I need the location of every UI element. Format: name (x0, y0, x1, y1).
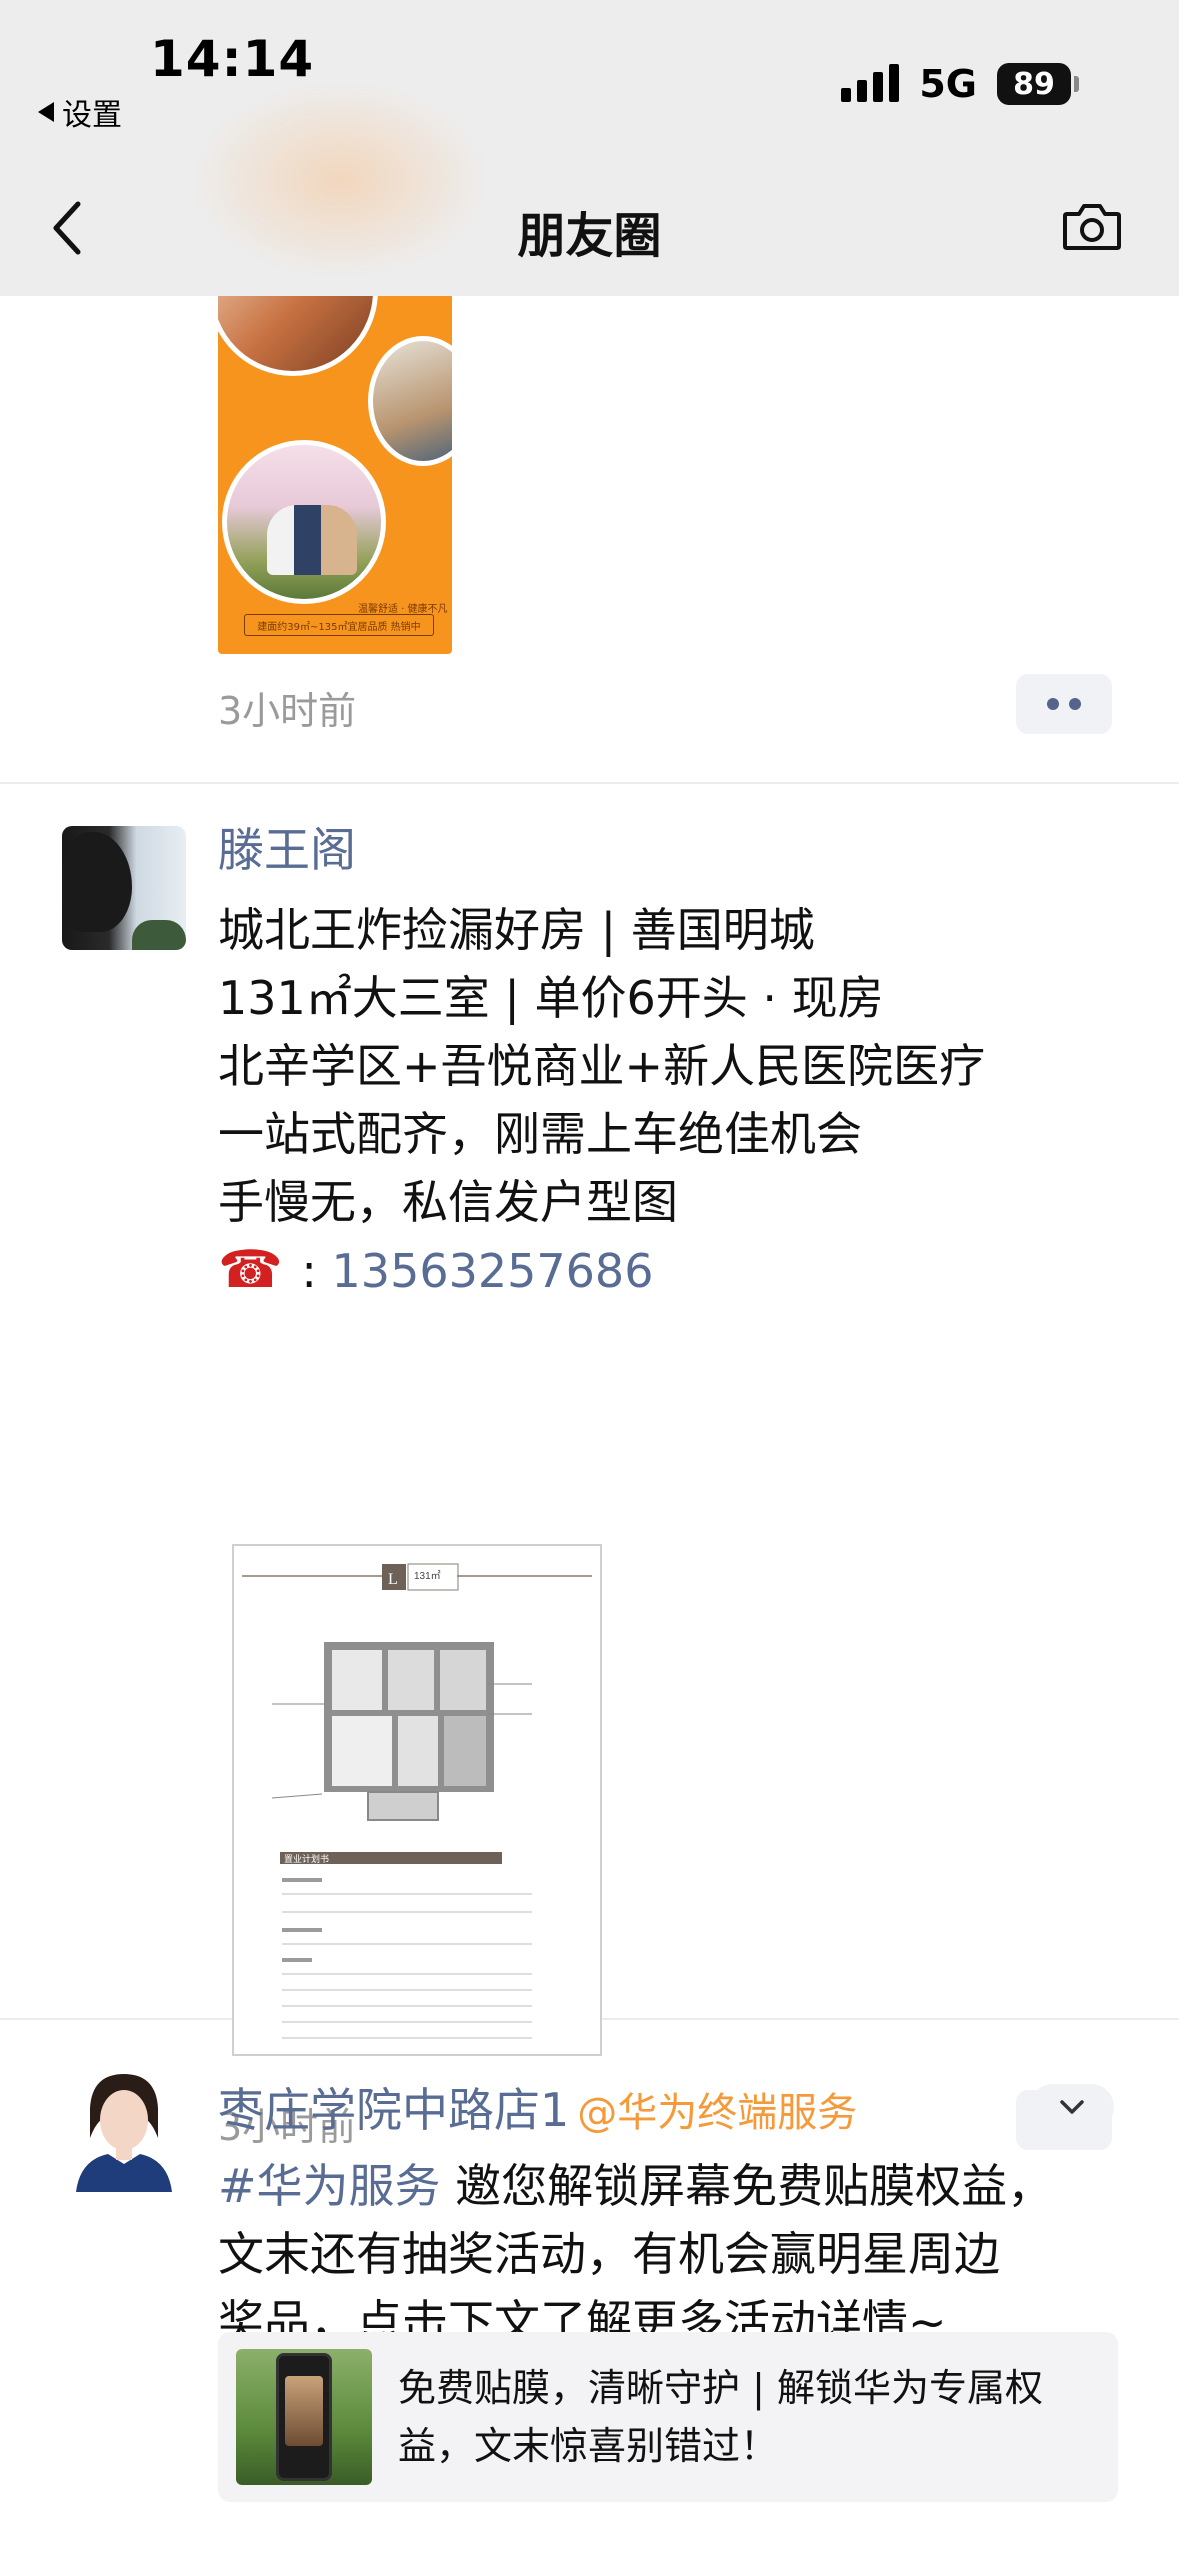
post-text-segment: 邀您解锁屏幕免费贴膜权益， (440, 2159, 1054, 2213)
battery-level: 89 (997, 63, 1071, 105)
image-note: 温馨舒适 · 健康不凡 (358, 604, 448, 615)
link-title-line: 益，文末惊喜别错过！ (398, 2424, 779, 2468)
post-time: 3小时前 (218, 689, 357, 733)
link-title: 免费贴膜，清晰守护 | 解锁华为专属权 益，文末惊喜别错过！ (398, 2359, 1098, 2475)
camera-icon[interactable] (1061, 200, 1123, 252)
floorplan-area: 131㎡ (414, 1570, 441, 1582)
shared-link-card[interactable]: 免费贴膜，清晰守护 | 解锁华为专属权 益，文末惊喜别错过！ (218, 2332, 1118, 2502)
post-text-line: 一站式配齐，刚需上车绝佳机会 (218, 1107, 862, 1161)
avatar[interactable] (62, 2068, 186, 2192)
post-text: 城北王炸捡漏好房 | 善国明城 131㎡大三室 | 单价6开头 · 现房 北辛学… (218, 896, 1118, 1305)
post-text-line: 手慢无，私信发户型图 (218, 1175, 678, 1229)
post-text-line: 北辛学区+吾悦商业+新人民医院医疗 (218, 1039, 986, 1093)
floorplan-badge: L (388, 1571, 398, 1588)
status-back-to-app[interactable]: 设置 (38, 90, 122, 134)
image-man-photo (368, 336, 452, 466)
expand-chevron-button[interactable] (1030, 2084, 1114, 2130)
post-text-line: 文末还有抽奖活动，有机会赢明星周边 (218, 2227, 1000, 2281)
image-strip: 建面约39㎡~135㎡宜居品质 热销中 (244, 614, 434, 636)
image-family-photo (222, 440, 386, 604)
battery-icon: 89 (997, 63, 1079, 105)
post-image-floorplan[interactable]: L 131㎡ 置业计划书 (232, 1544, 602, 2056)
status-time: 14:14 (150, 30, 315, 88)
post-image[interactable]: 温馨舒适 · 健康不凡 建面约39㎡~135㎡宜居品质 热销中 (218, 296, 452, 654)
post-source-link[interactable]: @华为终端服务 (577, 2080, 857, 2138)
cellular-signal-icon (841, 64, 900, 102)
page-title: 朋友圈 (517, 208, 662, 264)
post-phone-line: ☎ : 13563257686 (218, 1236, 1118, 1305)
moments-feed: 温馨舒适 · 健康不凡 建面约39㎡~135㎡宜居品质 热销中 3小时前 滕王阁… (0, 296, 1179, 2556)
floorplan-section-title: 置业计划书 (284, 1853, 329, 1865)
status-indicators: 5G 89 (841, 62, 1079, 106)
moment-post: 温馨舒适 · 健康不凡 建面约39㎡~135㎡宜居品质 热销中 3小时前 (0, 296, 1179, 784)
post-text: #华为服务 邀您解锁屏幕免费贴膜权益， 文末还有抽奖活动，有机会赢明星周边 奖品… (218, 2152, 1118, 2356)
chevron-down-icon (1060, 2100, 1084, 2114)
avatar[interactable] (62, 826, 186, 950)
post-text-line: #华为服务 邀您解锁屏幕免费贴膜权益， (218, 2152, 1118, 2220)
image-bedroom-photo (218, 296, 378, 376)
post-text-line: 131㎡大三室 | 单价6开头 · 现房 (218, 971, 884, 1025)
post-author-name[interactable]: 枣庄学院中路店1 (218, 2074, 569, 2140)
moment-post: 滕王阁 城北王炸捡漏好房 | 善国明城 131㎡大三室 | 单价6开头 · 现房… (0, 784, 1179, 2150)
post-author-name[interactable]: 滕王阁 (218, 814, 356, 880)
status-back-label: 设置 (62, 98, 122, 133)
link-title-line: 免费贴膜，清晰守护 | 解锁华为专属权 (398, 2366, 1043, 2410)
link-thumbnail (236, 2349, 372, 2485)
phone-number-link[interactable]: 13563257686 (332, 1244, 654, 1298)
post-text-line: 城北王炸捡漏好房 | 善国明城 (218, 903, 815, 957)
back-triangle-icon (38, 102, 54, 122)
more-actions-button[interactable] (1016, 674, 1112, 734)
moment-post: 枣庄学院中路店1 @华为终端服务 #华为服务 邀您解锁屏幕免费贴膜权益， 文末还… (0, 2020, 1179, 2556)
phone-separator: : (301, 1244, 317, 1298)
telephone-icon: ☎ (218, 1240, 283, 1300)
hashtag-link[interactable]: #华为服务 (218, 2159, 441, 2213)
post-author-line: 枣庄学院中路店1 @华为终端服务 (218, 2074, 857, 2140)
network-type: 5G (919, 62, 977, 106)
top-bar: 14:14 设置 5G 89 朋友圈 (0, 0, 1179, 296)
